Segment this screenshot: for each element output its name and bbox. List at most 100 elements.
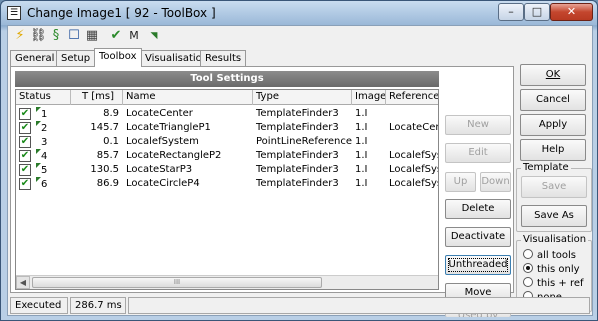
cell-reference: LocateCente — [389, 122, 438, 133]
cell-type: TemplateFinder3 — [256, 178, 339, 189]
active-checkbox[interactable]: ✔ — [19, 164, 31, 176]
minimize-button[interactable]: – — [498, 3, 524, 21]
cell-time: 8.9 — [103, 108, 119, 119]
dialog-client-area: ⚡ ⛓ § ☐ ▦ ✔ M ◥ General Setup Toolbox Vi… — [7, 25, 593, 317]
flag-icon[interactable]: ◥ — [146, 28, 162, 44]
radio-label: this only — [537, 264, 580, 275]
row-index: 5 — [41, 165, 48, 176]
tool-table[interactable]: Status T [ms] Name Type Image Reference … — [15, 89, 439, 290]
cell-reference — [386, 135, 438, 149]
column-header-time[interactable]: T [ms] — [71, 90, 123, 105]
apply-button[interactable]: Apply — [520, 114, 586, 136]
delete-button[interactable]: Delete — [445, 199, 511, 219]
toolbox-panel: Tool Settings Status T [ms] Name Type Im… — [10, 66, 514, 317]
status-state: Executed — [10, 297, 68, 314]
close-button[interactable]: ✕ — [550, 3, 593, 21]
cell-reference: LocalefSyste — [389, 164, 438, 175]
cell-type: PointLineReference — [256, 136, 352, 147]
cell-image: 1.I — [355, 108, 368, 119]
cell-status: ✔ 3 — [16, 135, 71, 149]
tab-setup[interactable]: Setup — [56, 50, 96, 67]
radio-button[interactable] — [523, 249, 533, 259]
m-icon[interactable]: M — [126, 28, 142, 44]
grid-icon[interactable]: ▦ — [84, 28, 100, 44]
cell-name: LocateCenter — [126, 108, 193, 119]
radio-this-plus-ref[interactable]: this + ref — [523, 277, 584, 289]
row-index: 6 — [41, 179, 48, 190]
radio-button[interactable] — [523, 277, 533, 287]
cell-reference — [386, 107, 438, 121]
cell-reference: LocalefSyste — [389, 150, 438, 161]
cell-name: LocateRectangleP2 — [126, 150, 222, 161]
snake-icon[interactable]: § — [48, 28, 64, 44]
radio-all-tools[interactable]: all tools — [523, 249, 576, 261]
cell-time: 85.7 — [96, 150, 119, 161]
table-row[interactable]: ✔ 4 85.7 LocateRectangleP2 TemplateFinder3 1.… — [16, 149, 438, 163]
table-row[interactable]: ✔ 2 145.7 LocateTriangleP1 TemplateFinder3 1.… — [16, 121, 438, 135]
cancel-button[interactable]: Cancel — [520, 89, 586, 111]
active-checkbox[interactable]: ✔ — [19, 178, 31, 190]
edit-button[interactable]: Edit — [445, 143, 511, 163]
cell-time: 0.1 — [103, 136, 119, 147]
template-save-button[interactable]: Save — [521, 176, 587, 198]
ok-button[interactable]: OK — [520, 64, 586, 86]
radio-button-selected[interactable] — [523, 263, 533, 273]
title-bar[interactable]: ☰ Change Image1 [ 92 - ToolBox ] – □ ✕ — [1, 1, 597, 25]
table-row[interactable]: ✔ 6 86.9 LocateCircleP4 TemplateFinder3 1.I Lo… — [16, 177, 438, 191]
tab-results[interactable]: Results — [200, 50, 247, 67]
tab-general[interactable]: General — [10, 50, 60, 67]
column-header-image[interactable]: Image — [352, 90, 386, 105]
cell-name: LocalefSystem — [126, 136, 199, 147]
template-group: Template Save Save As — [516, 162, 592, 232]
active-checkbox[interactable]: ✔ — [19, 150, 31, 162]
tool-settings-header: Tool Settings — [15, 71, 439, 87]
radio-this-only[interactable]: this only — [523, 263, 580, 275]
app-icon[interactable]: ☰ — [7, 6, 21, 20]
lightning-icon[interactable]: ⚡ — [12, 28, 28, 44]
cell-reference: LocalefSyste — [389, 178, 438, 189]
status-empty-panel — [128, 297, 590, 314]
row-index: 3 — [41, 137, 48, 148]
cell-status: ✔ 6 — [16, 177, 71, 191]
active-checkbox[interactable]: ✔ — [19, 122, 31, 134]
cell-name: LocateTriangleP1 — [126, 122, 211, 133]
cell-status: ✔ 1 — [16, 107, 71, 121]
row-index: 4 — [41, 151, 48, 162]
table-header: Status T [ms] Name Type Image Reference — [16, 90, 438, 105]
column-header-name[interactable]: Name — [123, 90, 253, 105]
cell-image: 1.I — [355, 150, 368, 161]
help-button[interactable]: Help — [520, 139, 586, 161]
tab-toolbox[interactable]: Toolbox — [94, 48, 142, 67]
cell-image: 1.I — [355, 164, 368, 175]
active-checkbox[interactable]: ✔ — [19, 108, 31, 120]
link-icon[interactable]: ⛓ — [30, 28, 47, 44]
active-checkbox[interactable]: ✔ — [19, 136, 31, 148]
scroll-thumb[interactable]: III — [32, 277, 322, 288]
cell-type: TemplateFinder3 — [256, 164, 339, 175]
deactivate-button[interactable]: Deactivate — [445, 227, 511, 247]
template-group-label: Template — [521, 162, 571, 174]
row-index: 2 — [41, 123, 48, 134]
column-header-type[interactable]: Type — [253, 90, 352, 105]
cell-status: ✔ 4 — [16, 149, 71, 163]
checkmark-icon[interactable]: ✔ — [108, 28, 124, 44]
window-icon[interactable]: ☐ — [66, 28, 82, 44]
table-row[interactable]: ✔ 1 8.9 LocateCenter TemplateFinder3 1.I — [16, 107, 438, 121]
unthreaded-button[interactable]: Unthreaded — [445, 255, 511, 275]
column-header-status[interactable]: Status — [16, 90, 71, 105]
up-button[interactable]: Up — [445, 172, 476, 192]
new-button[interactable]: New — [445, 115, 511, 135]
cell-status: ✔ 2 — [16, 121, 71, 135]
scroll-left-button[interactable]: ◀ — [16, 276, 30, 289]
table-row[interactable]: ✔ 3 0.1 LocalefSystem PointLineReference 1.I — [16, 135, 438, 149]
column-header-reference[interactable]: Reference — [386, 90, 438, 105]
cell-time: 86.9 — [96, 178, 119, 189]
horizontal-scrollbar[interactable]: ◀ III — [16, 275, 438, 289]
down-button[interactable]: Down — [480, 172, 511, 192]
table-row[interactable]: ✔ 5 130.5 LocateStarP3 TemplateFinder3 1.I Loc… — [16, 163, 438, 177]
radio-label: all tools — [537, 250, 577, 261]
maximize-button[interactable]: □ — [524, 3, 550, 21]
cell-image: 1.I — [355, 122, 368, 133]
template-save-as-button[interactable]: Save As — [521, 205, 587, 227]
cell-type: TemplateFinder3 — [256, 150, 339, 161]
